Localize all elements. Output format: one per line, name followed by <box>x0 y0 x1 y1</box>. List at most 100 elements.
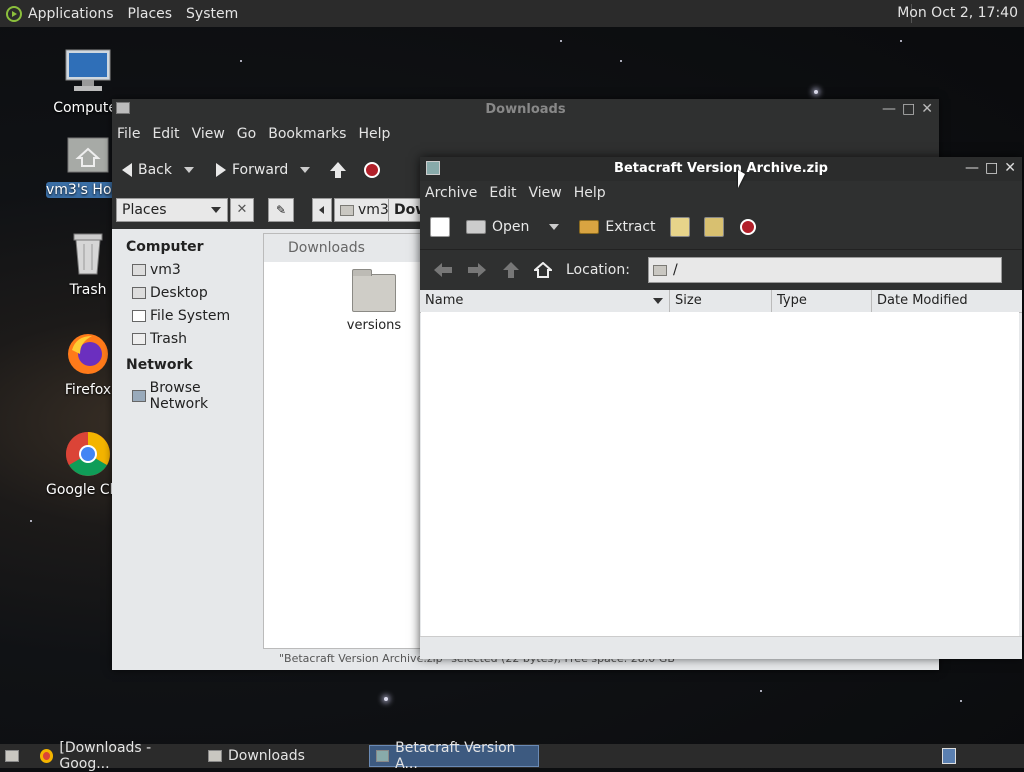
column-name[interactable]: Name <box>420 290 670 312</box>
file-manager-titlebar[interactable]: Downloads — □ ✕ <box>112 99 939 121</box>
minimize-button[interactable]: — <box>882 101 896 117</box>
crumb-scroll-left-button[interactable] <box>312 198 332 222</box>
add-files-button[interactable] <box>669 217 690 237</box>
show-desktop-button[interactable] <box>2 745 24 767</box>
back-arrow-icon[interactable] <box>432 262 454 278</box>
archive-titlebar[interactable]: Betacraft Version Archive.zip — □ ✕ <box>420 157 1022 181</box>
chevron-down-icon <box>211 207 221 213</box>
menu-archive[interactable]: Archive <box>425 185 477 201</box>
home-folder-icon <box>64 130 112 178</box>
open-label: Open <box>492 219 530 235</box>
extract-icon <box>579 220 600 234</box>
extract-button[interactable]: Extract <box>579 219 656 235</box>
task-chrome-downloads[interactable]: [Downloads - Goog... <box>34 740 200 772</box>
menu-help[interactable]: Help <box>574 185 606 201</box>
task-downloads[interactable]: Downloads <box>202 745 364 767</box>
up-arrow-icon[interactable] <box>500 262 522 278</box>
menu-view[interactable]: View <box>529 185 562 201</box>
new-archive-button[interactable] <box>430 217 450 237</box>
menu-file[interactable]: File <box>117 126 140 142</box>
sidebar-item-label: Trash <box>150 331 187 347</box>
open-button[interactable]: Open <box>466 219 560 235</box>
stop-button[interactable] <box>739 219 756 235</box>
sidebar-item-vm3[interactable]: vm3 <box>112 259 260 282</box>
top-panel: Applications Places System Mon Oct 2, 17… <box>0 0 1024 27</box>
location-tab-label: Downloads <box>288 240 365 256</box>
maximize-button[interactable]: □ <box>985 160 998 176</box>
column-label: Name <box>425 293 464 308</box>
archive-manager-window: Betacraft Version Archive.zip — □ ✕ Arch… <box>420 157 1022 659</box>
minimize-button[interactable]: — <box>965 160 979 176</box>
file-item[interactable]: versions <box>324 269 424 333</box>
places-combo[interactable]: Places <box>116 198 228 222</box>
sidebar-item-desktop[interactable]: Desktop <box>112 282 260 305</box>
back-button[interactable]: Back <box>122 162 194 178</box>
close-button[interactable]: ✕ <box>1004 160 1016 176</box>
menu-go[interactable]: Go <box>237 126 256 142</box>
workspace-switcher[interactable] <box>936 745 962 767</box>
sidebar-item-file-system[interactable]: File System <box>112 305 260 328</box>
add-files-icon <box>669 217 690 237</box>
back-arrow-icon <box>122 163 132 177</box>
mouse-cursor <box>738 170 745 188</box>
forward-label: Forward <box>232 162 289 178</box>
column-label: Type <box>777 293 807 308</box>
breadcrumb-vm3[interactable]: vm3 <box>334 198 395 222</box>
column-size[interactable]: Size <box>670 290 772 312</box>
show-desktop-icon <box>5 750 19 762</box>
add-folder-button[interactable] <box>703 217 724 237</box>
sidebar-item-browse-network[interactable]: Browse Network <box>112 377 260 416</box>
trash-icon <box>132 333 146 345</box>
column-type[interactable]: Type <box>772 290 872 312</box>
taskbar: [Downloads - Goog... Downloads Betacraft… <box>0 740 1024 772</box>
chevron-down-icon[interactable] <box>549 224 560 230</box>
extract-label: Extract <box>605 219 656 235</box>
sidebar-item-label: Desktop <box>150 285 208 301</box>
sidebar-item-trash[interactable]: Trash <box>112 328 260 351</box>
clock[interactable]: Mon Oct 2, 17:40 <box>897 5 1018 21</box>
maximize-button[interactable]: □ <box>902 101 915 117</box>
task-label: [Downloads - Goog... <box>59 740 152 772</box>
location-input[interactable]: / <box>647 257 1002 283</box>
menu-edit[interactable]: Edit <box>489 185 516 201</box>
add-folder-icon <box>703 217 724 237</box>
sidebar-item-label: File System <box>150 308 231 324</box>
folder-icon <box>352 269 396 312</box>
column-headers: Name Size Type Date Modified <box>420 290 1022 313</box>
distro-logo-icon[interactable] <box>6 5 22 22</box>
system-menu[interactable]: System <box>186 6 238 22</box>
window-title: Downloads <box>485 102 566 117</box>
computer-icon <box>64 48 112 96</box>
column-date-modified[interactable]: Date Modified <box>872 290 1022 312</box>
menu-view[interactable]: View <box>192 126 225 142</box>
back-label: Back <box>138 162 172 178</box>
back-history-caret-icon[interactable] <box>184 167 194 173</box>
forward-history-caret-icon[interactable] <box>300 167 311 173</box>
edit-location-button[interactable]: ✎ <box>268 198 294 222</box>
home-icon <box>340 204 354 216</box>
archive-location-bar: Location: / <box>420 250 1022 290</box>
up-arrow-icon <box>330 162 347 178</box>
sidebar: Computer vm3 Desktop File System Trash N… <box>112 233 260 670</box>
places-menu[interactable]: Places <box>128 6 173 22</box>
task-archive-manager[interactable]: Betacraft Version A... <box>369 740 539 772</box>
forward-arrow-icon[interactable] <box>466 262 488 278</box>
applications-menu[interactable]: Applications <box>28 6 114 22</box>
archive-file-list[interactable] <box>421 312 1019 636</box>
menu-help[interactable]: Help <box>358 126 390 142</box>
up-button[interactable] <box>328 161 348 179</box>
drive-icon <box>132 310 146 322</box>
archive-status-bar <box>420 636 1022 659</box>
file-manager-menubar: File Edit View Go Bookmarks Help <box>112 121 939 147</box>
workspace-icon <box>942 748 956 764</box>
archive-icon <box>376 750 390 762</box>
stop-button[interactable] <box>364 162 381 178</box>
home-icon[interactable] <box>534 262 552 278</box>
menu-bookmarks[interactable]: Bookmarks <box>268 126 346 142</box>
close-button[interactable]: ✕ <box>921 101 933 117</box>
forward-button[interactable]: Forward <box>216 162 311 178</box>
sidebar-header-computer: Computer <box>126 239 204 255</box>
breadcrumb-downloads[interactable]: Downloads <box>388 198 424 222</box>
close-sidebar-button[interactable]: ✕ <box>230 198 254 222</box>
menu-edit[interactable]: Edit <box>152 126 179 142</box>
